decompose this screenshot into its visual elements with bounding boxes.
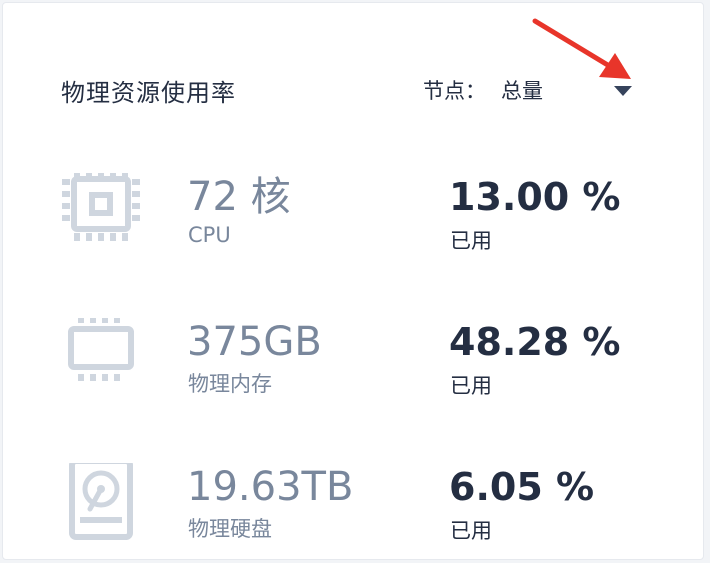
node-selector-label: 节点： bbox=[423, 79, 486, 103]
memory-amount: 375GB bbox=[187, 319, 322, 365]
disk-amount: 19.63TB bbox=[187, 464, 354, 510]
physical-resource-usage-card: 物理资源使用率 节点： 总量 72 核 CPU 13.00 % 已用 375GB… bbox=[2, 2, 704, 560]
disk-usage-label: 已用 bbox=[450, 519, 492, 543]
cpu-usage-label: 已用 bbox=[450, 229, 492, 253]
resource-row-memory: 375GB 物理内存 48.28 % 已用 bbox=[3, 318, 703, 418]
cpu-name: CPU bbox=[188, 223, 231, 247]
cpu-usage-percent: 13.00 % bbox=[449, 175, 621, 219]
resource-row-cpu: 72 核 CPU 13.00 % 已用 bbox=[3, 173, 703, 273]
card-title: 物理资源使用率 bbox=[61, 79, 236, 107]
memory-usage-percent: 48.28 % bbox=[449, 320, 621, 364]
caret-down-icon[interactable] bbox=[614, 86, 632, 96]
resource-row-disk: 19.63TB 物理硬盘 6.05 % 已用 bbox=[3, 463, 703, 563]
red-arrow-annotation-icon bbox=[532, 18, 631, 79]
cpu-amount: 72 核 bbox=[187, 174, 291, 220]
cpu-chip-icon bbox=[62, 173, 140, 241]
memory-name: 物理内存 bbox=[188, 372, 272, 396]
disk-name: 物理硬盘 bbox=[188, 517, 272, 541]
disk-usage-percent: 6.05 % bbox=[449, 465, 595, 509]
memory-usage-label: 已用 bbox=[450, 374, 492, 398]
hard-disk-icon bbox=[69, 463, 133, 540]
memory-module-icon bbox=[68, 318, 134, 381]
